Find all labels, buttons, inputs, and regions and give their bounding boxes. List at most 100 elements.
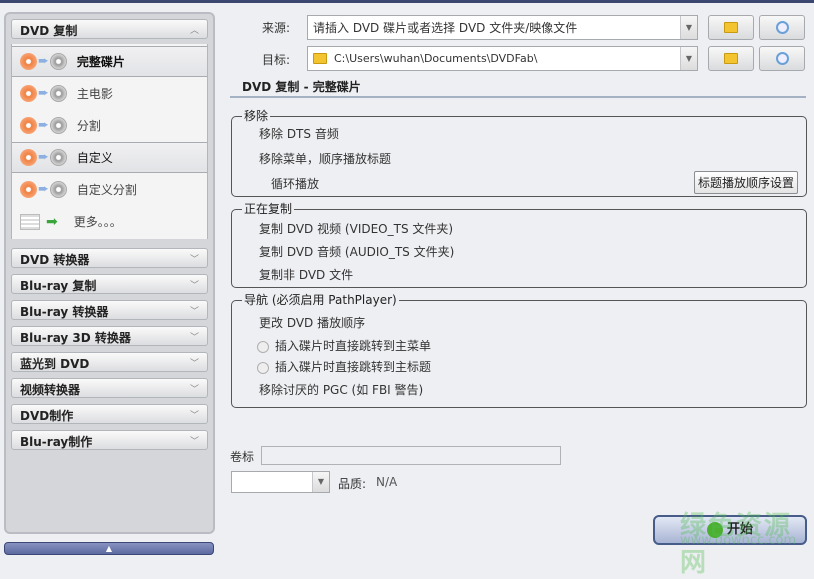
section-dvd-copy[interactable]: DVD 复制 ︿	[11, 19, 208, 39]
divider	[230, 96, 806, 98]
quality-label: 品质:	[338, 477, 367, 491]
section-video-converter[interactable]: 视频转换器 ﹀	[11, 378, 208, 398]
source-disc-icon	[20, 53, 37, 70]
section-bluray-to-dvd[interactable]: 蓝光到 DVD ﹀	[11, 352, 208, 372]
target-disc-icon	[49, 53, 67, 70]
custom-disc-icon	[20, 181, 37, 198]
group-title: 移除	[242, 109, 271, 123]
group-remove: 移除 移除 DTS 音频 移除菜单，顺序播放标题 循环播放 标题播放顺序设置	[231, 109, 807, 197]
target-image-button[interactable]	[759, 46, 805, 71]
title-bar-edge	[0, 0, 814, 3]
target-discs-icon	[49, 181, 67, 198]
chevron-up-icon: ︿	[189, 26, 199, 36]
source-open-image-button[interactable]	[759, 15, 805, 40]
sidebar: DVD 复制 ︿ ➨ 完整碟片 ➨ 主电影 ➨ 分割 ➨ 自定义 ➨ 自定义分割 ➡ 更多。。…	[4, 12, 215, 534]
chevron-down-icon: ﹀	[189, 437, 199, 447]
section-bluray-creator[interactable]: Blu-ray制作 ﹀	[11, 430, 208, 450]
radio-label: 插入碟片时直接跳转到主标题	[275, 360, 432, 374]
section-label: Blu-ray 转换器	[20, 305, 109, 319]
chevron-down-icon: ﹀	[189, 255, 199, 265]
chevron-down-icon: ﹀	[189, 359, 199, 369]
title-order-settings-button[interactable]: 标题播放顺序设置	[694, 171, 799, 194]
section-label: 蓝光到 DVD	[20, 357, 90, 371]
radio-button[interactable]	[257, 340, 269, 353]
section-label: Blu-ray 3D 转换器	[20, 331, 131, 345]
source-value: 请插入 DVD 碟片或者选择 DVD 文件夹/映像文件	[313, 21, 578, 35]
section-label: Blu-ray 复制	[20, 279, 97, 293]
radio-label: 插入碟片时直接跳转到主菜单	[275, 339, 432, 353]
mode-label: 主电影	[76, 87, 113, 101]
section-dvd-converter[interactable]: DVD 转换器 ﹀	[11, 248, 208, 268]
option-remove-pgc[interactable]: 移除讨厌的 PGC (如 FBI 警告)	[259, 381, 423, 398]
mode-label: 完整碟片	[76, 55, 125, 69]
chevron-down-icon: ﹀	[189, 385, 199, 395]
source-disc-icon	[20, 117, 37, 134]
target-browse-folder-button[interactable]	[708, 46, 754, 71]
dropdown-arrow-icon[interactable]: ▼	[680, 16, 697, 39]
green-arrow-icon: ➡	[46, 213, 58, 230]
dvd-copy-modes: ➨ 完整碟片 ➨ 主电影 ➨ 分割 ➨ 自定义 ➨ 自定义分割 ➡ 更多。。。	[11, 44, 208, 239]
option-copy-audio-ts[interactable]: 复制 DVD 音频 (AUDIO_TS 文件夹)	[259, 243, 454, 260]
watermark-url: www.downcc.com	[680, 533, 797, 548]
source-combo[interactable]: 请插入 DVD 碟片或者选择 DVD 文件夹/映像文件 ▼	[307, 15, 698, 40]
target-value: C:\Users\wuhan\Documents\DVDFab\	[334, 52, 538, 65]
chevron-down-icon: ﹀	[189, 281, 199, 291]
disc-image-icon	[775, 21, 789, 34]
option-remove-dts[interactable]: 移除 DTS 音频	[259, 125, 339, 142]
radio-button[interactable]	[257, 361, 269, 374]
section-label: DVD 复制	[20, 24, 78, 38]
source-browse-folder-button[interactable]	[708, 15, 754, 40]
section-label: Blu-ray制作	[20, 435, 93, 449]
volume-label: 卷标	[230, 450, 255, 464]
radio-jump-main-menu[interactable]: 插入碟片时直接跳转到主菜单	[257, 337, 431, 354]
folder-icon	[313, 53, 327, 64]
dropdown-arrow-icon[interactable]: ▼	[312, 472, 329, 492]
chevron-down-icon: ﹀	[189, 307, 199, 317]
folder-icon	[724, 53, 738, 64]
radio-jump-main-title[interactable]: 插入碟片时直接跳转到主标题	[257, 358, 431, 375]
chevron-down-icon: ﹀	[189, 411, 199, 421]
dropdown-arrow-icon[interactable]: ▼	[680, 47, 697, 70]
target-disc-icon	[49, 85, 67, 102]
mode-customize[interactable]: ➨ 自定义	[12, 142, 207, 173]
mode-customize-split[interactable]: ➨ 自定义分割	[12, 174, 207, 205]
source-label: 来源:	[262, 21, 291, 35]
option-copy-non-dvd[interactable]: 复制非 DVD 文件	[259, 266, 353, 283]
mode-main-movie[interactable]: ➨ 主电影	[12, 78, 207, 109]
group-title: 正在复制	[242, 202, 295, 216]
collapse-sidebar-button[interactable]: ▲	[4, 542, 214, 555]
arrow-icon: ➨	[38, 54, 49, 69]
source-disc-icon	[20, 85, 37, 102]
custom-disc-icon	[20, 149, 37, 166]
option-loop-play[interactable]: 循环播放	[271, 175, 319, 192]
arrow-icon: ➨	[38, 150, 49, 165]
mode-full-disc[interactable]: ➨ 完整碟片	[12, 46, 207, 77]
section-label: DVD制作	[20, 409, 74, 423]
mode-label: 分割	[76, 119, 101, 133]
target-combo[interactable]: C:\Users\wuhan\Documents\DVDFab\ ▼	[307, 46, 698, 71]
triangle-up-icon: ▲	[105, 544, 113, 553]
mode-label: 自定义分割	[76, 183, 137, 197]
section-bluray-copy[interactable]: Blu-ray 复制 ﹀	[11, 274, 208, 294]
target-discs-icon	[49, 117, 67, 134]
volume-input[interactable]	[261, 446, 561, 465]
target-disc-icon	[49, 149, 67, 166]
group-copying: 正在复制 复制 DVD 视频 (VIDEO_TS 文件夹) 复制 DVD 音频 …	[231, 202, 807, 288]
arrow-icon: ➨	[38, 182, 49, 197]
quality-select[interactable]: ▼	[231, 471, 330, 493]
section-bluray-converter[interactable]: Blu-ray 转换器 ﹀	[11, 300, 208, 320]
arrow-icon: ➨	[38, 86, 49, 101]
section-dvd-creator[interactable]: DVD制作 ﹀	[11, 404, 208, 424]
page-title: DVD 复制 - 完整碟片	[242, 80, 361, 94]
section-bluray-3d-converter[interactable]: Blu-ray 3D 转换器 ﹀	[11, 326, 208, 346]
mode-split[interactable]: ➨ 分割	[12, 110, 207, 141]
section-label: DVD 转换器	[20, 253, 90, 267]
list-icon	[20, 213, 40, 230]
option-remove-menus[interactable]: 移除菜单，顺序播放标题	[259, 150, 391, 167]
mode-label: 更多。。。	[73, 215, 122, 229]
group-title: 导航 (必须启用 PathPlayer)	[242, 293, 399, 307]
option-copy-video-ts[interactable]: 复制 DVD 视频 (VIDEO_TS 文件夹)	[259, 220, 453, 237]
mode-more[interactable]: ➡ 更多。。。	[12, 206, 207, 237]
disc-image-icon	[775, 52, 789, 65]
option-change-play-order[interactable]: 更改 DVD 播放顺序	[259, 314, 365, 331]
